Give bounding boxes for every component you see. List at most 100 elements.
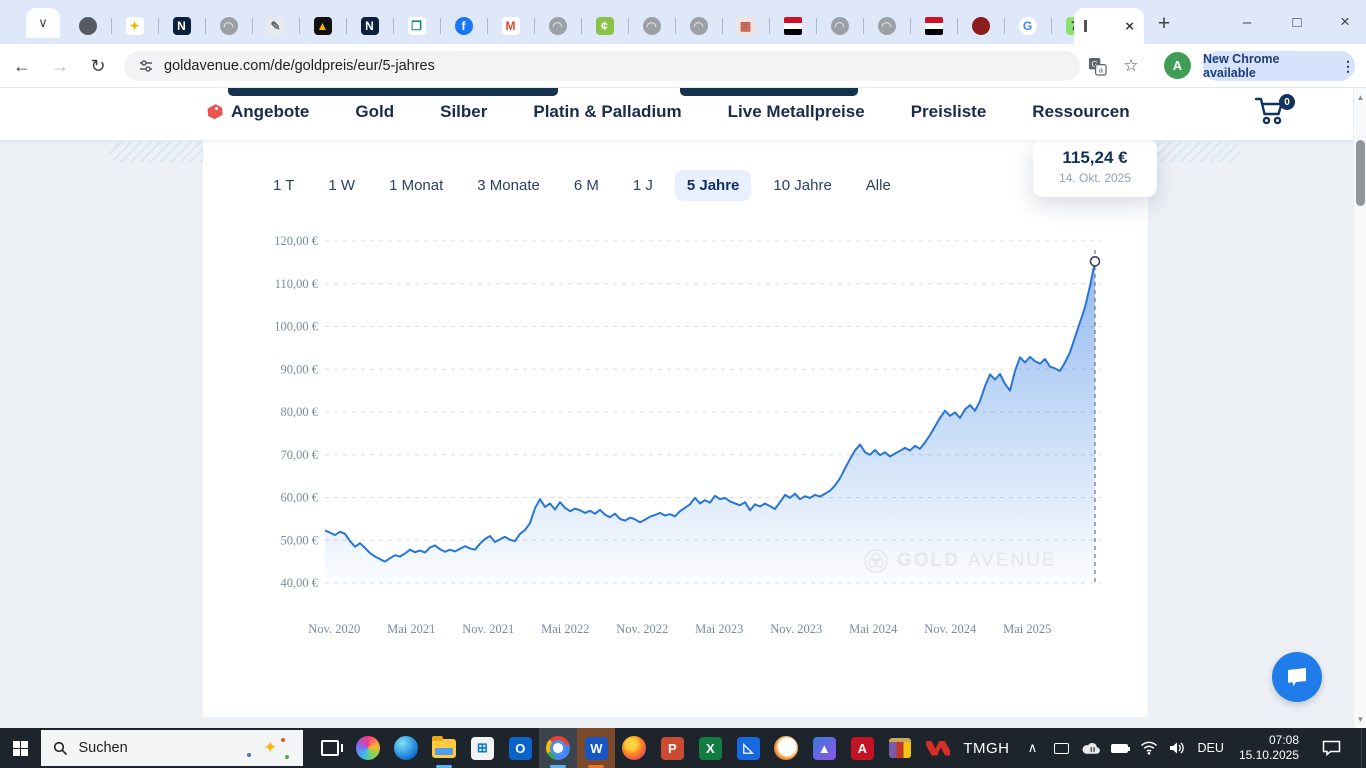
- show-desktop-button[interactable]: [1361, 728, 1366, 768]
- start-button[interactable]: [0, 728, 41, 768]
- search-label: Suchen: [78, 740, 127, 756]
- nav-item-ressourcen[interactable]: Ressourcen: [1032, 102, 1129, 122]
- powerpoint-icon: P: [661, 737, 684, 760]
- tab-sparkle-site[interactable]: ✦: [111, 8, 158, 44]
- taskbar-word-button[interactable]: W: [577, 728, 615, 768]
- browser-menu-icon[interactable]: ⋮: [1341, 58, 1355, 75]
- site-header: Angebote Gold Silber Platin & Palladium Live…: [0, 88, 1366, 140]
- taskbar-microsoft-store-button[interactable]: ⊞: [463, 728, 501, 768]
- tab-globe-site-5[interactable]: ◠: [816, 8, 863, 44]
- egypt-flag-site-2-favicon: [925, 17, 943, 35]
- scroll-down-icon[interactable]: ▼: [1354, 712, 1366, 726]
- tab-notes-site[interactable]: ✎: [252, 8, 299, 44]
- taskbar-copilot-button[interactable]: [349, 728, 387, 768]
- language-indicator[interactable]: DEU: [1198, 741, 1224, 755]
- tab-globe-site-6[interactable]: ◠: [863, 8, 910, 44]
- window-minimize-button[interactable]: –: [1224, 0, 1270, 44]
- taskbar-firefox-button[interactable]: [615, 728, 653, 768]
- tab-facebook[interactable]: f: [440, 8, 487, 44]
- tab-navy-n-site-2[interactable]: N: [346, 8, 393, 44]
- taskbar-outlook-button[interactable]: O: [501, 728, 539, 768]
- svg-text:90,00 €: 90,00 €: [281, 362, 319, 376]
- nav-item-silber[interactable]: Silber: [440, 102, 487, 122]
- taskbar-file-explorer-button[interactable]: [425, 728, 463, 768]
- live-chat-button[interactable]: [1272, 652, 1322, 702]
- tab-globe-site-3[interactable]: ◠: [628, 8, 675, 44]
- taskbar-snipping-tool-button[interactable]: ◺: [729, 728, 767, 768]
- taskbar-apps: ⊞ O W PX◺ ▲A: [311, 728, 957, 768]
- taskbar-chrome-button[interactable]: [539, 728, 577, 768]
- url-text[interactable]: goldavenue.com/de/goldpreis/eur/5-jahres: [164, 58, 435, 74]
- tab-globe-site-1[interactable]: ◠: [205, 8, 252, 44]
- gold-price-chart[interactable]: 120,00 €110,00 €100,00 €90,00 €80,00 €70…: [203, 140, 1148, 717]
- svg-text:110,00 €: 110,00 €: [275, 277, 319, 291]
- tab-navy-n-site[interactable]: N: [158, 8, 205, 44]
- window-maximize-button[interactable]: □: [1274, 0, 1320, 44]
- bookmark-star-icon[interactable]: ☆: [1118, 53, 1144, 79]
- forward-button[interactable]: →: [46, 52, 74, 80]
- taskbar-excel-button[interactable]: X: [691, 728, 729, 768]
- tab-dark-red-site[interactable]: [957, 8, 1004, 44]
- profile-avatar[interactable]: A: [1164, 52, 1191, 79]
- nav-item-angebote[interactable]: Angebote: [205, 102, 309, 122]
- cart-button[interactable]: 0: [1253, 96, 1293, 132]
- taskbar-edge-button[interactable]: [387, 728, 425, 768]
- taskbar-acrobat-button[interactable]: A: [843, 728, 881, 768]
- shield-browser-icon: [774, 736, 798, 760]
- window-close-button[interactable]: ×: [1322, 0, 1366, 44]
- tab-egypt-flag-site-1[interactable]: [769, 8, 816, 44]
- volume-icon[interactable]: [1169, 739, 1187, 757]
- tab-search-button[interactable]: ∨: [26, 8, 60, 38]
- task-view-icon: [321, 740, 339, 756]
- tab-shield-site[interactable]: [64, 8, 111, 44]
- tab-teal-window-site[interactable]: ❐: [393, 8, 440, 44]
- battery-icon[interactable]: [1111, 739, 1129, 757]
- tab-triangle-a-site[interactable]: ▲: [299, 8, 346, 44]
- tune-icon[interactable]: [138, 58, 154, 74]
- active-tab[interactable]: ×: [1074, 8, 1144, 44]
- taskbar-tmgh-app-button[interactable]: [919, 728, 957, 768]
- taskbar-task-view-button[interactable]: [311, 728, 349, 768]
- nav-item-platin-palladium[interactable]: Platin & Palladium: [533, 102, 681, 122]
- taskbar-shield-browser-button[interactable]: [767, 728, 805, 768]
- tab-egypt-flag-site-2[interactable]: [910, 8, 957, 44]
- taskbar-winrar-button[interactable]: [881, 728, 919, 768]
- scrollbar-thumb[interactable]: [1356, 140, 1365, 206]
- svg-text:120,00 €: 120,00 €: [274, 234, 319, 248]
- firefox-icon: [622, 736, 646, 760]
- chrome-update-button[interactable]: New Chrome available ⋮: [1203, 51, 1355, 81]
- wifi-icon[interactable]: [1140, 739, 1158, 757]
- notification-icon: [1322, 740, 1341, 756]
- translate-icon[interactable]: G a: [1084, 53, 1110, 79]
- green-site-favicon: ¢: [596, 17, 614, 35]
- tab-picture-site[interactable]: ▦: [722, 8, 769, 44]
- taskbar-powerpoint-button[interactable]: P: [653, 728, 691, 768]
- nav-item-live-metallpreise[interactable]: Live Metallpreise: [728, 102, 865, 122]
- reload-button[interactable]: ↻: [84, 52, 112, 80]
- notification-center-button[interactable]: [1314, 728, 1348, 768]
- tab-green-site[interactable]: ¢: [581, 8, 628, 44]
- url-bar[interactable]: goldavenue.com/de/goldpreis/eur/5-jahres: [124, 51, 1080, 81]
- taskbar-clock[interactable]: 07:08 15.10.2025: [1239, 733, 1299, 763]
- back-button[interactable]: ←: [8, 52, 36, 80]
- taskbar-photos-button[interactable]: ▲: [805, 728, 843, 768]
- taskbar-search[interactable]: Suchen ✦: [41, 730, 303, 766]
- clock-time: 07:08: [1239, 733, 1299, 748]
- svg-text:Nov. 2023: Nov. 2023: [770, 622, 822, 636]
- active-tab-favicon: [1084, 20, 1087, 32]
- cast-icon[interactable]: [1053, 739, 1071, 757]
- tray-chevron-icon[interactable]: ∧: [1024, 739, 1042, 757]
- new-tab-button[interactable]: +: [1150, 10, 1178, 38]
- page-scrollbar[interactable]: ▲ ▼: [1353, 88, 1366, 728]
- scroll-up-icon[interactable]: ▲: [1354, 90, 1366, 104]
- outlook-icon: O: [509, 737, 532, 760]
- tab-globe-site-2[interactable]: ◠: [534, 8, 581, 44]
- tab-gmail[interactable]: M: [487, 8, 534, 44]
- triangle-a-site-favicon: ▲: [314, 17, 332, 35]
- tab-google[interactable]: G: [1004, 8, 1051, 44]
- nav-item-gold[interactable]: Gold: [355, 102, 394, 122]
- nav-item-preisliste[interactable]: Preisliste: [911, 102, 987, 122]
- tab-globe-site-4[interactable]: ◠: [675, 8, 722, 44]
- close-tab-icon[interactable]: ×: [1125, 18, 1134, 35]
- onedrive-icon[interactable]: [1082, 739, 1100, 757]
